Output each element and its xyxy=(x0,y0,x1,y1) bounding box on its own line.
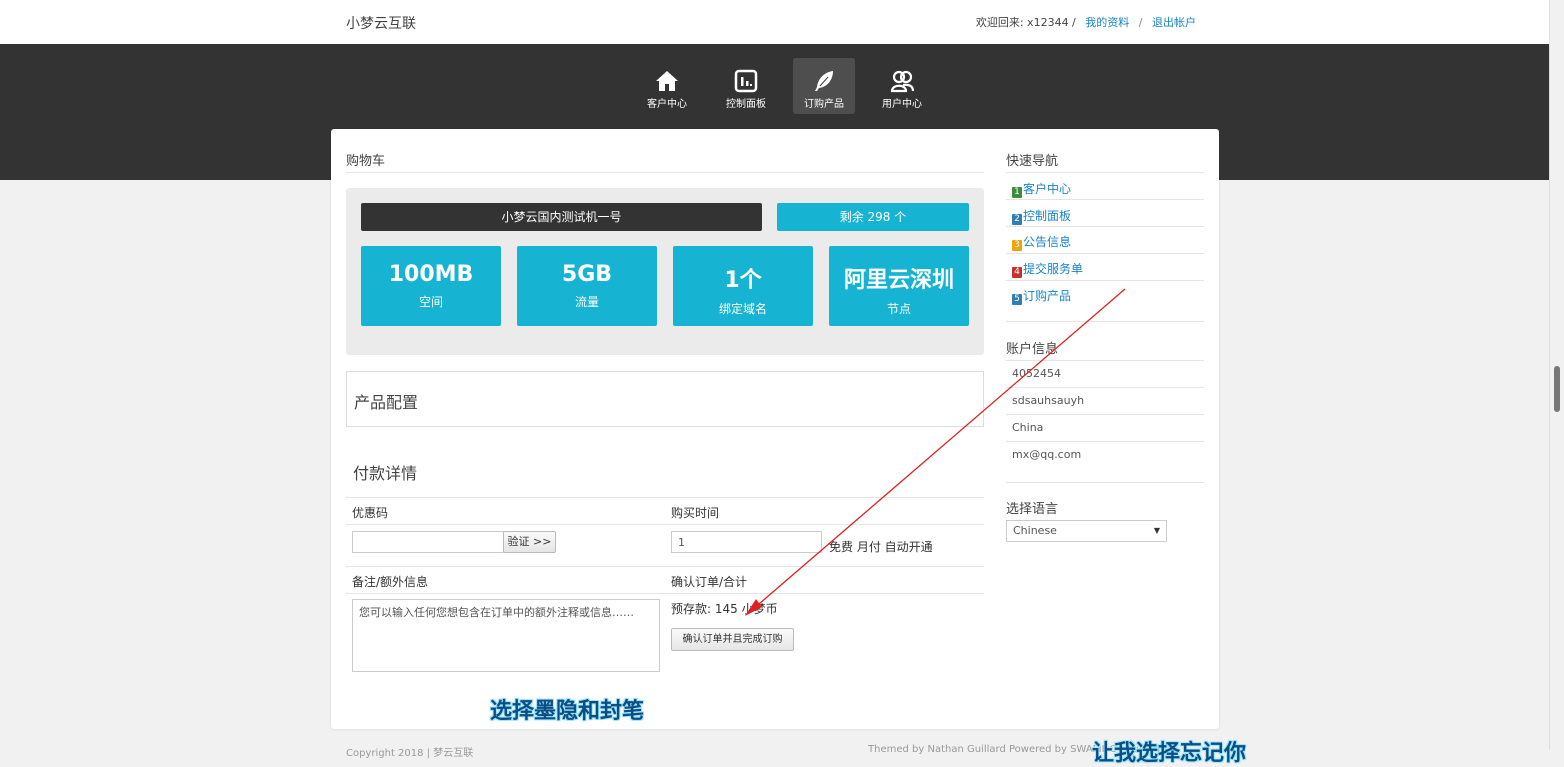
stat-value: 1个 xyxy=(724,268,762,293)
period-input[interactable] xyxy=(671,531,822,553)
divider xyxy=(1006,253,1204,254)
link-separator: / xyxy=(1138,16,1143,29)
stat-value: 100MB xyxy=(388,262,474,287)
number-badge: 4 xyxy=(1012,267,1022,278)
logout-link[interactable]: 退出帐户 xyxy=(1152,16,1196,29)
video-caption-2: 让我选择忘记你 xyxy=(1092,741,1247,766)
sidebar-link-control-panel[interactable]: 2 控制面板 xyxy=(1012,207,1071,225)
sidebar-link-label: 控制面板 xyxy=(1023,209,1072,223)
divider xyxy=(1006,280,1204,281)
divider xyxy=(1006,226,1204,227)
sidebar-link-label: 客户中心 xyxy=(1023,182,1072,196)
sidebar-link-announcements[interactable]: 3 公告信息 xyxy=(1012,233,1071,251)
nav-item-control-panel[interactable]: 控制面板 xyxy=(715,58,777,114)
account-email: mx@qq.com xyxy=(1012,448,1082,461)
nav-item-user-center[interactable]: 用户中心 xyxy=(871,58,933,114)
stat-tile-domains: 1个 绑定域名 xyxy=(673,246,813,326)
sidebar-link-client-center[interactable]: 1 客户中心 xyxy=(1012,180,1071,198)
divider xyxy=(1006,482,1204,483)
config-title: 产品配置 xyxy=(354,393,419,412)
product-name: 小梦云国内测试机一号 xyxy=(361,203,762,231)
home-icon xyxy=(656,71,678,91)
notes-textarea[interactable] xyxy=(352,599,660,672)
account-country: China xyxy=(1012,421,1044,434)
sidebar-link-label: 公告信息 xyxy=(1023,235,1072,249)
notes-label: 备注/额外信息 xyxy=(352,575,429,589)
scrollbar-thumb[interactable] xyxy=(1554,366,1560,412)
number-badge: 1 xyxy=(1012,187,1022,198)
stat-label: 节点 xyxy=(886,302,911,316)
product-config-panel: 产品配置 xyxy=(346,371,984,427)
stock-badge: 剩余 298 个 xyxy=(777,203,969,231)
footer-copyright: Copyright 2018 | 梦云互联 xyxy=(346,748,474,759)
site-brand[interactable]: 小梦云互联 xyxy=(346,13,416,33)
divider xyxy=(346,172,984,173)
divider xyxy=(346,593,984,594)
submit-order-button[interactable]: 确认订单并且完成订购 xyxy=(671,628,794,651)
caret-down-icon: ▼ xyxy=(1153,526,1160,535)
stat-label: 流量 xyxy=(574,295,599,309)
divider xyxy=(1006,441,1204,442)
stat-tile-node: 阿里云深圳 节点 xyxy=(829,246,969,326)
account-id: 4052454 xyxy=(1012,367,1061,380)
stat-label: 绑定域名 xyxy=(718,302,767,316)
nav-item-order-products[interactable]: 订购产品 xyxy=(793,58,855,114)
account-title: 账户信息 xyxy=(1006,342,1059,357)
period-note: 免费 月付 自动开通 xyxy=(829,540,933,554)
divider xyxy=(1006,414,1204,415)
nav-label: 客户中心 xyxy=(647,99,687,110)
coupon-input[interactable] xyxy=(352,531,504,553)
profile-link[interactable]: 我的资料 xyxy=(1085,16,1129,29)
verify-coupon-button[interactable]: 验证 >> xyxy=(503,531,556,553)
nav-item-client-center[interactable]: 客户中心 xyxy=(636,58,698,114)
video-caption-1: 选择墨隐和封笔 xyxy=(490,699,645,724)
nav-label: 控制面板 xyxy=(726,99,766,110)
language-select[interactable]: Chinese ▼ xyxy=(1006,520,1167,542)
stat-tile-space: 100MB 空间 xyxy=(361,246,501,326)
welcome-text: 欢迎回来: x12344 / xyxy=(975,16,1076,29)
feather-icon xyxy=(815,71,833,91)
sidebar-link-submit-ticket[interactable]: 4 提交服务单 xyxy=(1012,260,1083,278)
confirm-label: 确认订单/合计 xyxy=(671,575,748,589)
divider xyxy=(1006,199,1204,200)
divider xyxy=(346,566,984,567)
divider xyxy=(1006,360,1204,361)
divider xyxy=(1006,321,1204,322)
stat-value: 5GB xyxy=(561,262,613,287)
coupon-label: 优惠码 xyxy=(352,506,389,520)
stat-value: 阿里云深圳 xyxy=(843,268,954,293)
number-badge: 5 xyxy=(1012,294,1022,305)
sidebar-link-label: 提交服务单 xyxy=(1023,262,1084,276)
number-badge: 2 xyxy=(1012,214,1022,225)
top-bar: 小梦云互联 欢迎回来: x12344 / 我的资料 / 退出帐户 xyxy=(0,0,1550,44)
balance-text: 预存款: 145 小梦币 xyxy=(671,602,778,616)
divider xyxy=(346,524,984,525)
number-badge: 3 xyxy=(1012,240,1022,251)
language-title: 选择语言 xyxy=(1006,502,1059,517)
cart-title: 购物车 xyxy=(346,154,386,169)
page-scrollbar[interactable] xyxy=(1549,0,1564,750)
account-name: sdsauhsauyh xyxy=(1012,394,1085,407)
sidebar-link-label: 订购产品 xyxy=(1023,289,1072,303)
divider xyxy=(1006,172,1204,173)
divider xyxy=(346,497,984,498)
payment-title: 付款详情 xyxy=(353,464,418,483)
stat-label: 空间 xyxy=(418,295,443,309)
user-links: 欢迎回来: x12344 / 我的资料 / 退出帐户 xyxy=(976,14,1196,30)
divider xyxy=(1006,387,1204,388)
language-value: Chinese xyxy=(1013,524,1057,537)
stat-tile-traffic: 5GB 流量 xyxy=(517,246,657,326)
quicknav-title: 快速导航 xyxy=(1006,154,1059,169)
sidebar-link-order-products[interactable]: 5 订购产品 xyxy=(1012,287,1071,305)
dashboard-icon xyxy=(734,69,758,93)
nav-label: 订购产品 xyxy=(804,99,844,110)
users-icon xyxy=(890,70,915,93)
nav-label: 用户中心 xyxy=(882,99,922,110)
period-label: 购买时间 xyxy=(671,506,720,520)
